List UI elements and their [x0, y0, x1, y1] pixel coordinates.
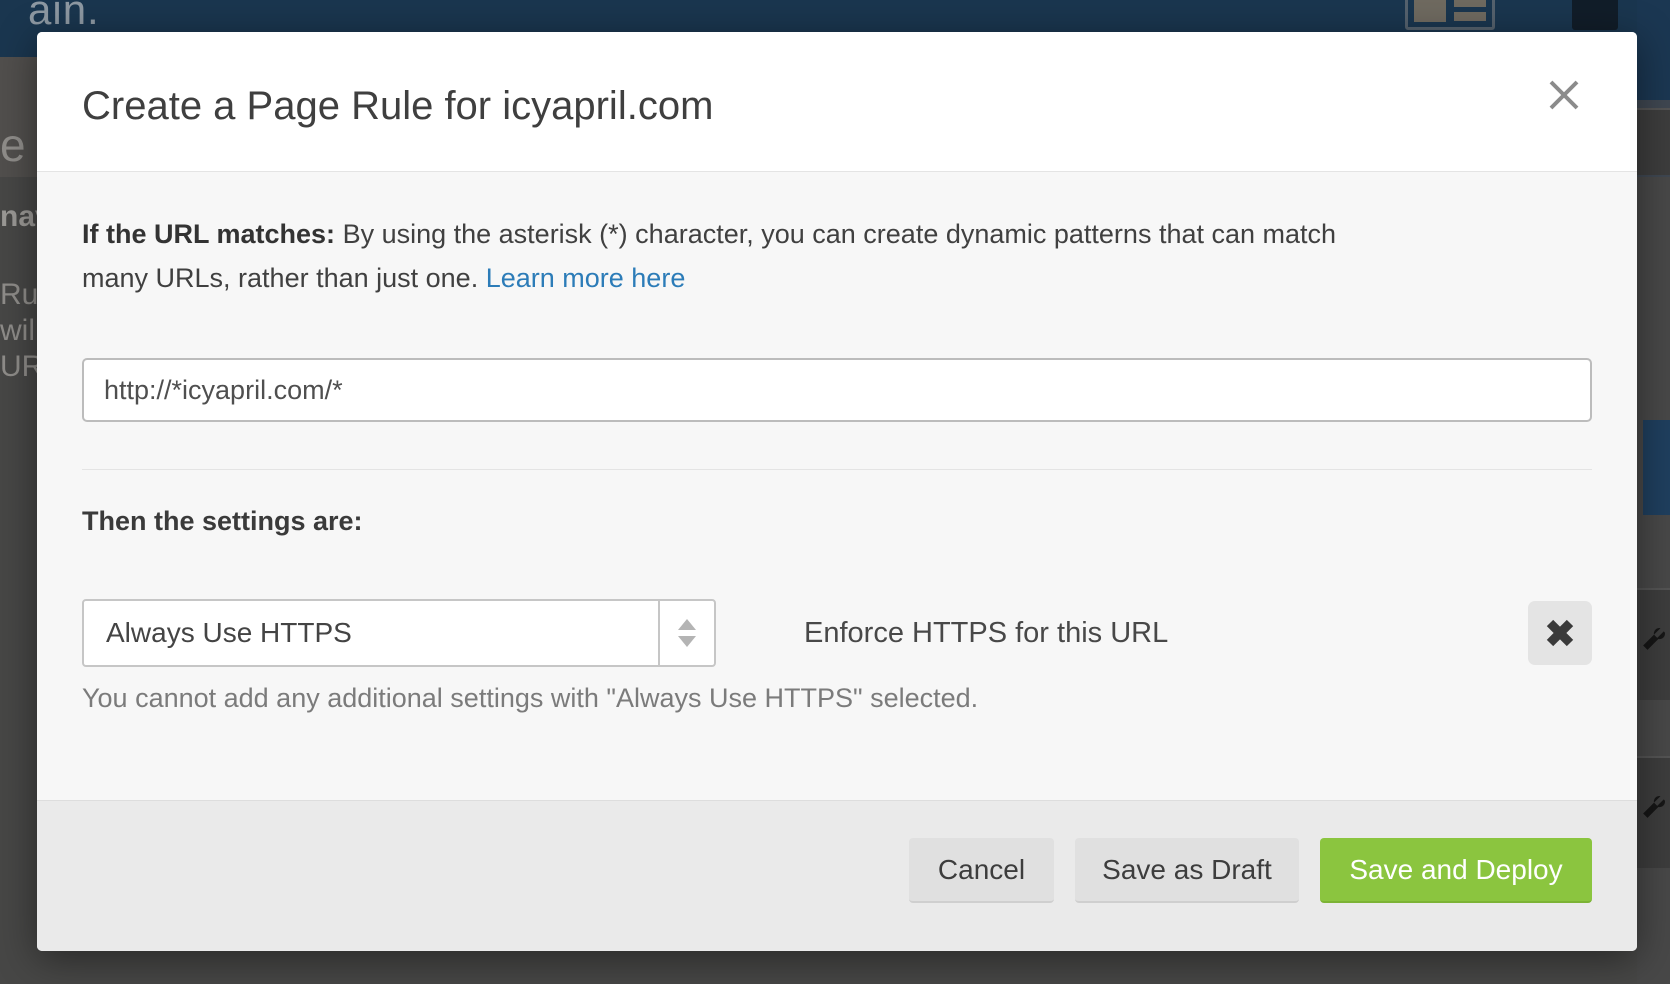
cancel-button[interactable]: Cancel — [909, 838, 1054, 903]
chevron-up-icon — [678, 619, 696, 630]
wrench-icon — [1641, 626, 1667, 652]
url-pattern-input[interactable] — [82, 358, 1592, 422]
remove-x-icon — [1544, 617, 1576, 649]
background-blue-button-fragment — [1643, 420, 1670, 515]
header-partial-icon — [1572, 0, 1618, 30]
background-row — [1637, 108, 1670, 175]
background-text-fragment: will — [0, 314, 42, 348]
background-text-fragment: e — [0, 118, 26, 172]
background-row — [1637, 756, 1670, 868]
settings-heading: Then the settings are: — [82, 506, 1592, 537]
modal-header: Create a Page Rule for icyapril.com — [37, 32, 1637, 172]
modal-title: Create a Page Rule for icyapril.com — [82, 84, 713, 129]
learn-more-link[interactable]: Learn more here — [486, 263, 686, 293]
save-as-draft-button[interactable]: Save as Draft — [1075, 838, 1299, 903]
create-page-rule-modal: Create a Page Rule for icyapril.com If t… — [37, 32, 1637, 951]
chevron-down-icon — [678, 636, 696, 647]
select-stepper-icon — [658, 601, 714, 665]
setting-select-value: Always Use HTTPS — [84, 601, 658, 665]
url-match-label: If the URL matches: — [82, 219, 335, 249]
background-row — [1637, 588, 1670, 700]
background-page-right-strip — [1637, 0, 1670, 984]
background-topbar-text-fragment: ain. — [28, 0, 100, 34]
close-button[interactable] — [1541, 72, 1587, 118]
close-icon — [1544, 75, 1584, 115]
layout-view-icon — [1405, 0, 1495, 30]
background-topbar-right — [1637, 0, 1670, 100]
save-and-deploy-button[interactable]: Save and Deploy — [1320, 838, 1592, 903]
setting-description: Enforce HTTPS for this URL — [804, 617, 1168, 650]
setting-note: You cannot add any additional settings w… — [82, 683, 1592, 714]
remove-setting-button[interactable] — [1528, 601, 1592, 665]
setting-row: Always Use HTTPS Enforce HTTPS for this … — [82, 599, 1592, 667]
setting-select[interactable]: Always Use HTTPS — [82, 599, 716, 667]
url-match-text-line2: many URLs, rather than just one. — [82, 263, 478, 293]
url-match-section: If the URL matches: By using the asteris… — [37, 172, 1637, 470]
url-match-description: If the URL matches: By using the asteris… — [82, 212, 1592, 300]
wrench-icon — [1641, 794, 1667, 820]
modal-footer: Cancel Save as Draft Save and Deploy — [37, 800, 1637, 951]
url-match-text-line1: By using the asterisk (*) character, you… — [343, 219, 1336, 249]
background-text-fragment: Ru — [0, 278, 38, 312]
settings-section: Then the settings are: Always Use HTTPS … — [37, 470, 1637, 714]
